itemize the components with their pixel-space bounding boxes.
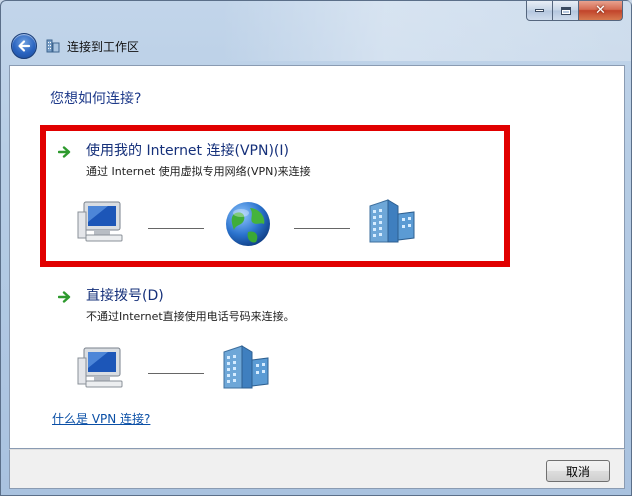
minimize-icon [535,9,544,12]
navigation-bar: 连接到工作区 [11,31,139,61]
close-button[interactable]: ✕ [579,1,623,21]
wizard-window: ✕ 连接到工作区 您想如何连接? 使用我的 Internet 连接(VPN)(I… [0,0,632,496]
page-heading: 您想如何连接? [50,91,142,107]
window-title: 连接到工作区 [67,39,140,54]
footer-bar: 取消 [9,449,625,489]
back-arrow-icon [18,40,31,52]
maximize-button[interactable] [553,1,579,21]
office-building-icon [223,345,269,389]
workplace-network-icon [45,38,61,54]
cancel-button[interactable]: 取消 [546,460,610,482]
minimize-button[interactable] [526,1,553,21]
green-arrow-icon [58,291,71,303]
caption-buttons: ✕ [526,1,623,21]
vpn-highlight-box [40,125,510,267]
what-is-vpn-link[interactable]: 什么是 VPN 连接? [52,410,150,427]
computer-icon [77,347,123,388]
content-pane: 您想如何连接? 使用我的 Internet 连接(VPN)(I) 通过 Inte… [9,65,625,449]
connection-line [148,373,204,374]
option-dial-description: 不通过Internet直接使用电话号码来连接。 [86,310,295,323]
option-dial-title: 直接拨号(D) [86,288,164,304]
maximize-icon [560,6,571,15]
back-button[interactable] [11,33,37,59]
close-icon: ✕ [595,3,606,18]
